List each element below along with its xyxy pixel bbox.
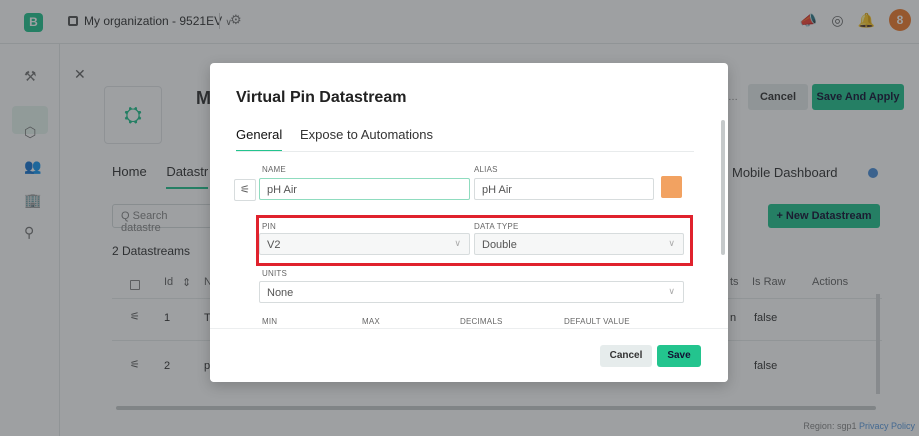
virtual-pin-datastream-dialog: Virtual Pin Datastream General Expose to… [210, 63, 728, 382]
units-select[interactable]: None ∨ [259, 281, 684, 303]
datastream-icon[interactable]: ⚟ [234, 179, 256, 201]
tab-divider [236, 151, 694, 152]
color-picker[interactable] [661, 176, 682, 198]
units-label: UNITS [262, 269, 287, 278]
alias-input[interactable]: pH Air [474, 178, 654, 200]
save-button[interactable]: Save [657, 345, 701, 367]
highlight-box [256, 215, 693, 266]
tab-general[interactable]: General [236, 127, 283, 152]
chevron-down-icon: ∨ [668, 286, 675, 296]
cancel-button[interactable]: Cancel [600, 345, 652, 367]
default-value-label: DEFAULT VALUE [564, 317, 630, 326]
units-value: None [267, 287, 294, 299]
name-label: NAME [262, 165, 286, 174]
tab-expose-to-automations[interactable]: Expose to Automations [300, 127, 433, 142]
decimals-label: DECIMALS [460, 317, 503, 326]
alias-label: ALIAS [474, 165, 498, 174]
name-input[interactable]: pH Air [259, 178, 470, 200]
min-label: MIN [262, 317, 278, 326]
max-label: MAX [362, 317, 380, 326]
dialog-title: Virtual Pin Datastream [236, 89, 407, 106]
dialog-scrollbar[interactable] [721, 120, 725, 255]
